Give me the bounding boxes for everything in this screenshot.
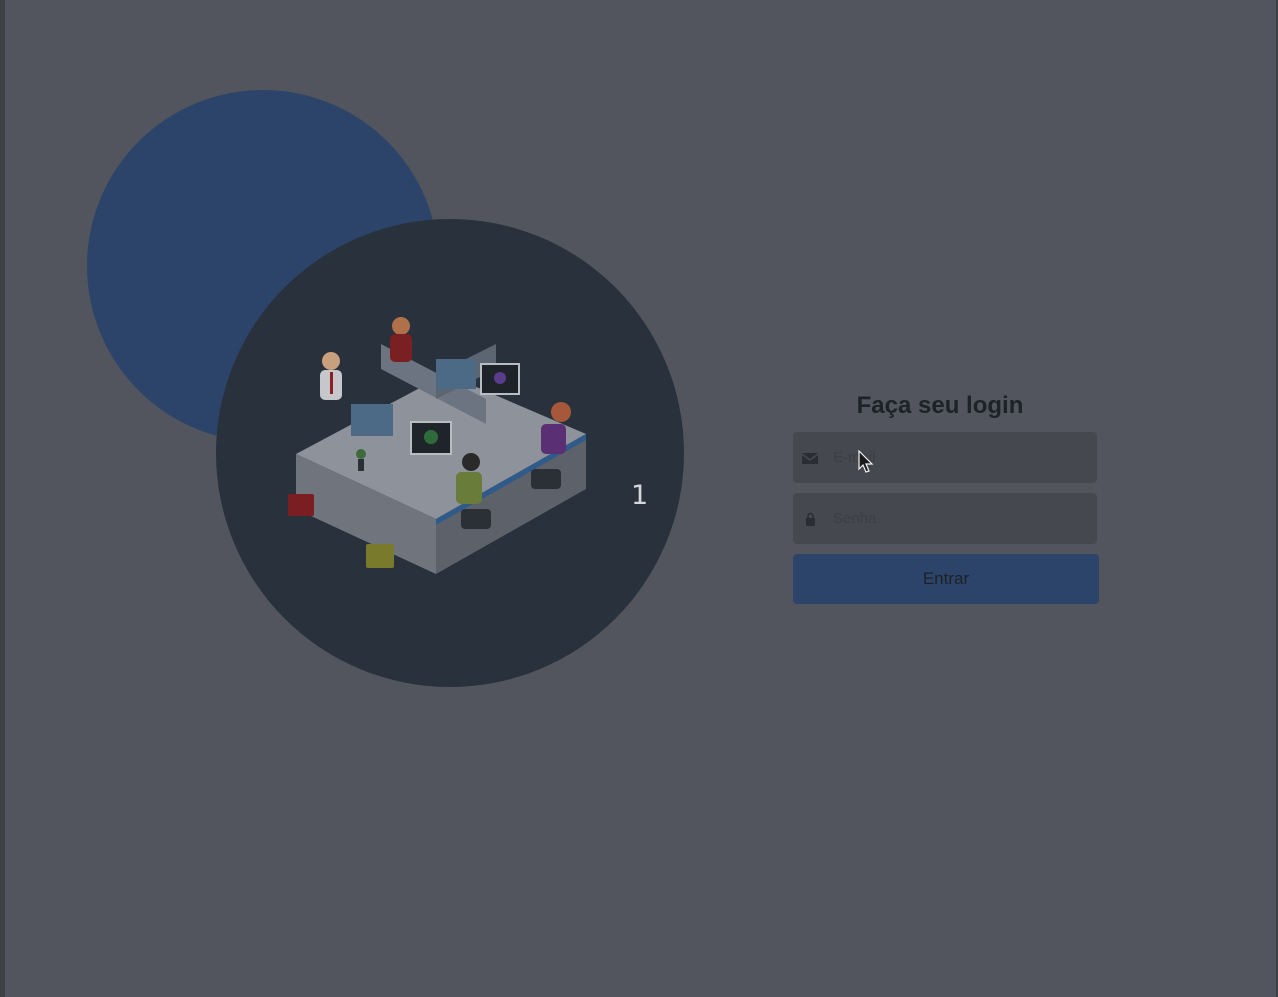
login-page: 1 Faça seu login Entrar (0, 0, 1278, 997)
password-field[interactable] (793, 493, 1097, 544)
login-title: Faça seu login (856, 392, 1024, 419)
password-input[interactable] (833, 493, 1083, 544)
envelope-icon (801, 453, 819, 464)
email-field[interactable] (793, 432, 1097, 483)
illustration-circle (216, 219, 684, 687)
login-submit-button[interactable]: Entrar (793, 554, 1099, 604)
lock-icon (806, 512, 815, 526)
mouse-cursor-icon (858, 450, 874, 473)
carousel-slide-number: 1 (631, 480, 649, 511)
left-border (0, 0, 5, 997)
office-team-illustration (288, 317, 586, 574)
